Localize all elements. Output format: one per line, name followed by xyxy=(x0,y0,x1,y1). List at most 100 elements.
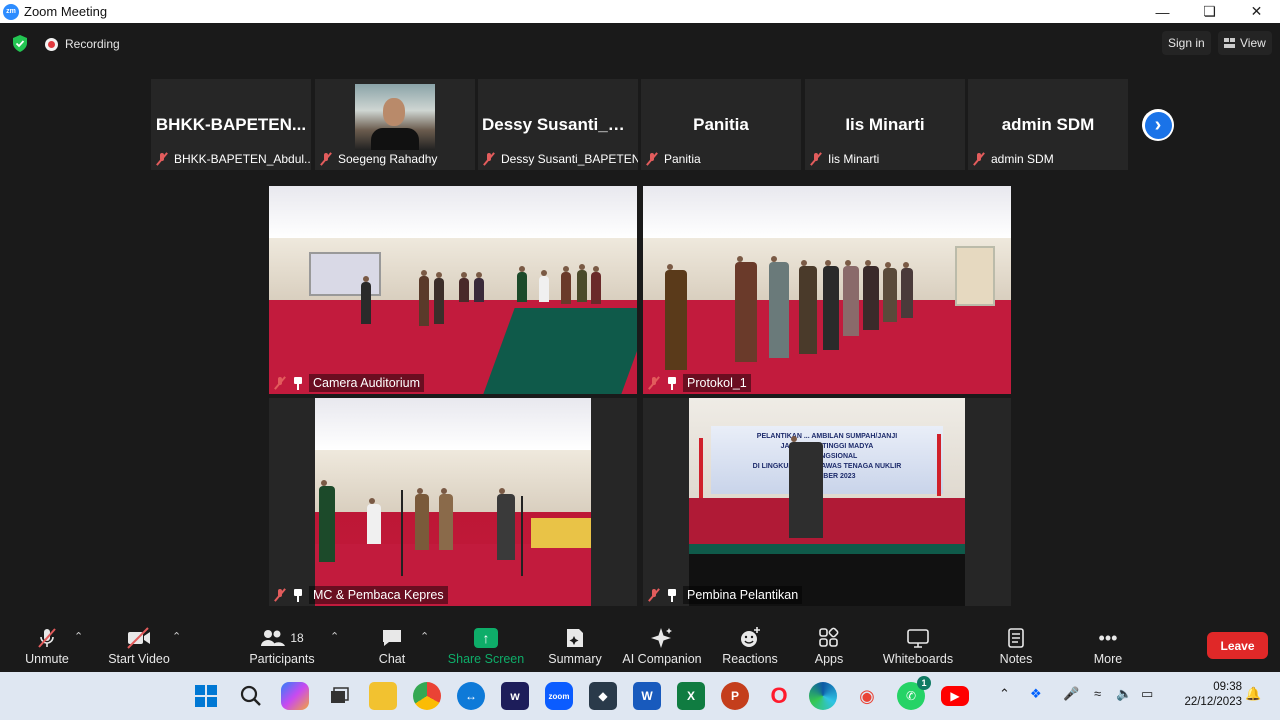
video-tile[interactable]: Protokol_1 xyxy=(643,186,1011,394)
wifi-icon[interactable]: ≈ xyxy=(1094,686,1101,701)
pin-icon xyxy=(292,376,304,390)
participants-button[interactable]: 18 Participants xyxy=(246,616,318,672)
mic-muted-icon xyxy=(647,588,661,602)
mic-muted-icon xyxy=(645,152,659,166)
share-screen-button[interactable]: ↑ Share Screen xyxy=(448,616,524,672)
participant-name: admin SDM xyxy=(991,152,1054,166)
participant-name: Panitia xyxy=(664,152,701,166)
copilot-icon[interactable] xyxy=(281,682,309,710)
video-label: MC & Pembaca Kepres xyxy=(309,586,448,604)
chrome-icon[interactable] xyxy=(413,682,441,710)
ai-companion-button[interactable]: AI Companion xyxy=(620,616,704,672)
video-label: Camera Auditorium xyxy=(309,374,424,392)
maximize-button[interactable]: ❏ xyxy=(1186,0,1233,23)
view-label: View xyxy=(1240,36,1266,50)
auditorium-video xyxy=(269,186,637,394)
sign-in-button[interactable]: Sign in xyxy=(1162,31,1211,55)
whatsapp-badge: 1 xyxy=(917,676,931,690)
pin-icon xyxy=(666,376,678,390)
search-icon[interactable] xyxy=(237,682,265,710)
wattpad-icon[interactable]: w xyxy=(501,682,529,710)
participant-video xyxy=(355,84,435,150)
mic-muted-icon xyxy=(155,152,169,166)
clock[interactable]: 09:38 22/12/2023 xyxy=(1170,680,1242,710)
zoom-logo-icon: zm xyxy=(3,3,19,20)
view-button[interactable]: View xyxy=(1218,31,1272,55)
windows-taskbar: ↔ w zoom ◆ W X P O ◉ ✆ 1 ▶ ⌃ ❖ 🎤 ≈ 🔈 ▭ 0… xyxy=(0,672,1280,720)
participants-options-caret[interactable]: ⌃ xyxy=(330,630,339,643)
youtube-icon[interactable]: ▶ xyxy=(941,686,969,706)
notification-bell-icon[interactable]: 🔔 xyxy=(1245,686,1261,702)
recording-dot-icon xyxy=(45,37,58,51)
battery-icon[interactable]: ▭ xyxy=(1141,686,1153,702)
teamviewer-icon[interactable]: ↔ xyxy=(457,682,485,710)
more-button[interactable]: ••• More xyxy=(1090,616,1126,672)
window-title: Zoom Meeting xyxy=(24,4,108,19)
unmute-button[interactable]: Unmute xyxy=(22,616,72,672)
participant-name-large: Dessy Susanti_B... xyxy=(482,115,635,134)
video-tile[interactable]: Camera Auditorium xyxy=(269,186,637,394)
protocol-video xyxy=(643,186,1011,394)
encryption-shield-icon[interactable] xyxy=(12,35,28,52)
grid-view-icon xyxy=(1224,38,1235,48)
dropbox-icon[interactable]: ❖ xyxy=(1030,686,1042,702)
whiteboards-button[interactable]: Whiteboards xyxy=(880,616,956,672)
participants-count: 18 xyxy=(290,631,304,645)
chat-icon xyxy=(381,624,403,652)
powerpoint-icon[interactable]: P xyxy=(721,682,749,710)
chat-button[interactable]: Chat xyxy=(372,616,412,672)
video-label: Protokol_1 xyxy=(683,374,751,392)
recording-indicator[interactable]: Recording xyxy=(45,37,120,51)
window-titlebar: zm Zoom Meeting — ❏ ✕ xyxy=(0,0,1280,23)
participant-tile[interactable]: Iis Minarti Iis Minarti xyxy=(805,79,965,170)
share-screen-icon: ↑ xyxy=(474,628,498,648)
microphone-icon[interactable]: 🎤 xyxy=(1063,686,1079,702)
apps-button[interactable]: Apps xyxy=(812,616,846,672)
minimize-button[interactable]: — xyxy=(1139,0,1186,23)
meeting-toolbar: Unmute ⌃ Start Video ⌃ 18 Participants ⌃… xyxy=(0,616,1280,672)
reactions-button[interactable]: Reactions xyxy=(720,616,780,672)
maps-icon[interactable]: ◉ xyxy=(853,682,881,710)
summary-button[interactable]: Summary xyxy=(546,616,604,672)
leave-button[interactable]: Leave xyxy=(1207,632,1268,659)
file-explorer-icon[interactable] xyxy=(369,682,397,710)
audio-options-caret[interactable]: ⌃ xyxy=(74,630,83,643)
mic-muted-icon xyxy=(273,376,287,390)
task-view-icon[interactable] xyxy=(325,682,353,710)
next-page-button[interactable]: › xyxy=(1142,109,1174,141)
video-options-caret[interactable]: ⌃ xyxy=(172,630,181,643)
participant-name: Iis Minarti xyxy=(828,152,880,166)
participant-name-large: Iis Minarti xyxy=(845,115,925,134)
participant-name-large: BHKK-BAPETEN... xyxy=(155,115,307,134)
start-video-button[interactable]: Start Video xyxy=(104,616,174,672)
participant-name-large: admin SDM xyxy=(1001,115,1095,134)
tray-overflow-icon[interactable]: ⌃ xyxy=(999,686,1010,702)
video-tile[interactable]: PELANTIKAN ... AMBILAN SUMPAH/JANJI JABA… xyxy=(643,398,1011,606)
summary-icon xyxy=(565,624,585,652)
participant-tile[interactable]: admin SDM admin SDM xyxy=(968,79,1128,170)
edge-icon[interactable] xyxy=(809,682,837,710)
mic-muted-icon xyxy=(319,152,333,166)
word-icon[interactable]: W xyxy=(633,682,661,710)
participant-tile[interactable]: Soegeng Rahadhy xyxy=(315,79,475,170)
emoji-add-icon xyxy=(738,624,762,652)
mic-muted-icon xyxy=(35,624,59,652)
chat-options-caret[interactable]: ⌃ xyxy=(420,630,429,643)
whiteboard-icon xyxy=(906,624,930,652)
participant-tile[interactable]: Dessy Susanti_B... Dessy Susanti_BAPETEN xyxy=(478,79,638,170)
participant-tile[interactable]: BHKK-BAPETEN... BHKK-BAPETEN_Abdul... xyxy=(151,79,311,170)
participant-tile[interactable]: Panitia Panitia xyxy=(641,79,801,170)
chevron-right-icon: › xyxy=(1144,111,1172,139)
opera-icon[interactable]: O xyxy=(765,682,793,710)
app-icon[interactable]: ◆ xyxy=(589,682,617,710)
notes-button[interactable]: Notes xyxy=(997,616,1035,672)
close-button[interactable]: ✕ xyxy=(1233,0,1280,23)
zoom-taskbar-icon[interactable]: zoom xyxy=(545,682,573,710)
participant-name-large: Panitia xyxy=(693,115,749,134)
speaker-icon[interactable]: 🔈 xyxy=(1116,686,1132,702)
mic-muted-icon xyxy=(273,588,287,602)
windows-start-icon[interactable] xyxy=(192,682,220,710)
video-tile[interactable]: MC & Pembaca Kepres xyxy=(269,398,637,606)
whatsapp-icon[interactable]: ✆ 1 xyxy=(897,676,931,710)
excel-icon[interactable]: X xyxy=(677,682,705,710)
